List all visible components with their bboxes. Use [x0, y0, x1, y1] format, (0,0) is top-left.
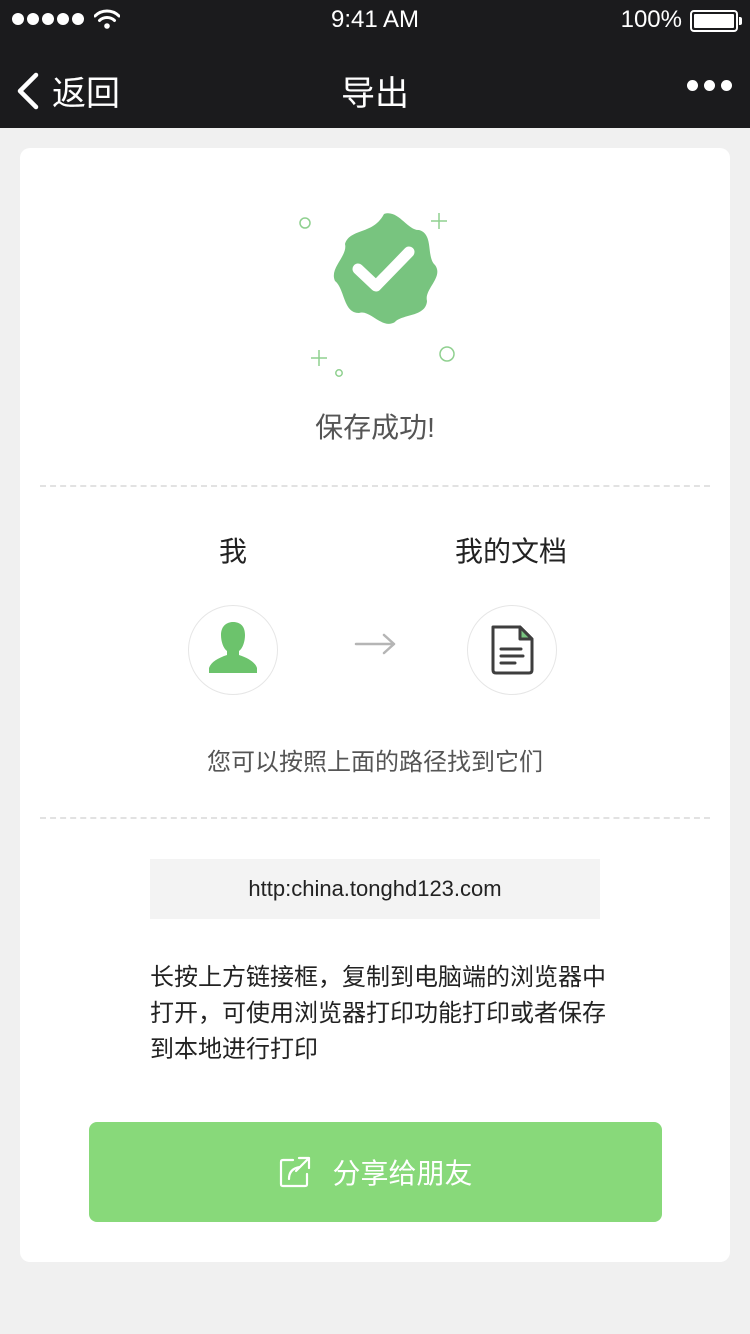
top-bar: 9:41 AM 100% 返回 导出 — [0, 0, 750, 128]
back-button[interactable]: 返回 — [14, 66, 120, 115]
share-button[interactable]: 分享给朋友 — [89, 1122, 662, 1222]
share-button-label: 分享给朋友 — [332, 1158, 473, 1189]
navigation-bar: 返回 导出 — [0, 40, 750, 128]
back-label: 返回 — [52, 75, 120, 113]
divider-top — [40, 485, 710, 487]
success-badge-icon — [299, 213, 455, 377]
instructions-text: 长按上方链接框，复制到电脑端的浏览器中打开，可使用浏览器打印功能打印或者保存到本… — [150, 964, 606, 1063]
success-message: 保存成功! — [315, 412, 435, 443]
document-icon — [491, 625, 534, 675]
battery-icon — [690, 10, 742, 32]
my-documents-folder — [467, 605, 557, 695]
share-icon — [280, 1156, 311, 1188]
battery-percentage: 100% — [620, 6, 682, 33]
status-bar: 9:41 AM 100% — [0, 0, 750, 40]
divider-bottom — [40, 817, 710, 819]
user-avatar — [188, 605, 278, 695]
more-icon[interactable] — [687, 80, 732, 91]
arrow-right-icon — [354, 633, 396, 655]
user-icon — [209, 622, 257, 673]
path-to-label: 我的文档 — [454, 536, 567, 567]
path-hint: 您可以按照上面的路径找到它们 — [207, 749, 543, 776]
export-card: 保存成功! 我 我的文档 您可以按照上面的路径找到它们 http:china.t… — [20, 148, 730, 1262]
link-box[interactable]: http:china.tonghd123.com — [150, 859, 600, 919]
back-icon — [17, 72, 39, 109]
path-from-label: 我 — [218, 536, 247, 567]
